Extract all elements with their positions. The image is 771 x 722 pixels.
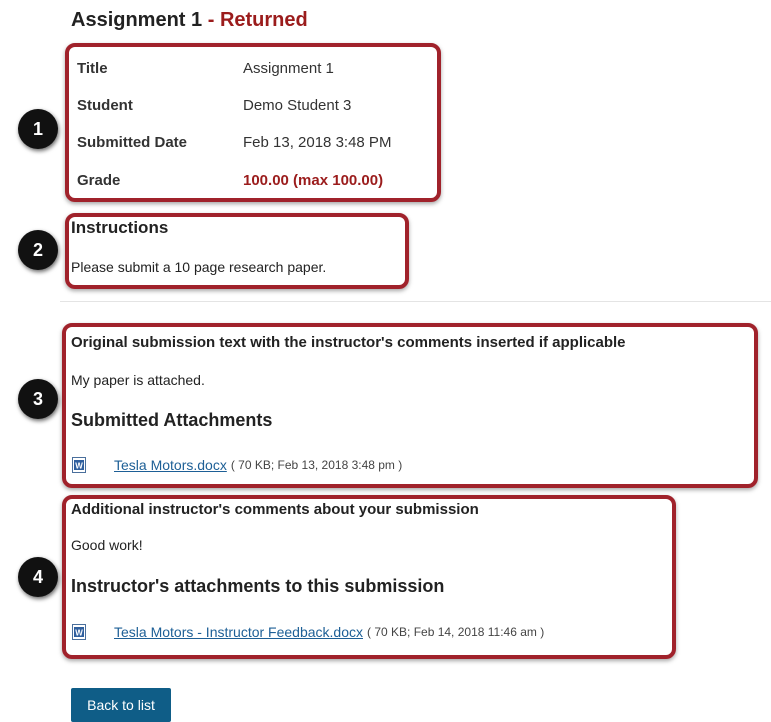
submitted-attachments-heading: Submitted Attachments bbox=[71, 410, 273, 430]
step-marker-2: 2 bbox=[18, 230, 58, 270]
feedback-heading: Additional instructor's comments about y… bbox=[71, 501, 479, 518]
submitted-attachment-link[interactable]: Tesla Motors.docx bbox=[114, 457, 227, 473]
status-returned: Returned bbox=[219, 9, 308, 31]
step-marker-1: 1 bbox=[18, 109, 58, 149]
instructor-attachment-link[interactable]: Tesla Motors - Instructor Feedback.docx bbox=[114, 624, 363, 640]
svg-text:W: W bbox=[75, 629, 83, 638]
feedback-text: Good work! bbox=[71, 537, 143, 553]
instructor-attachment-meta: ( 70 KB; Feb 14, 2018 11:46 am ) bbox=[367, 625, 545, 639]
info-label: Submitted Date bbox=[77, 134, 188, 151]
submitted-attachment-meta: ( 70 KB; Feb 13, 2018 3:48 pm ) bbox=[230, 458, 403, 472]
instructor-attachments-heading: Instructor's attachments to this submiss… bbox=[71, 576, 445, 596]
info-label: Grade bbox=[77, 172, 121, 189]
submission-text: My paper is attached. bbox=[71, 372, 205, 388]
step-marker-3: 3 bbox=[18, 379, 58, 419]
instructions-text: Please submit a 10 page research paper. bbox=[71, 259, 327, 275]
info-value: Feb 13, 2018 3:48 PM bbox=[243, 134, 392, 151]
grade-value: 100.00 (max 100.00) bbox=[243, 172, 384, 189]
instructor-attachment-row: W Tesla Motors - Instructor Feedback.doc… bbox=[72, 624, 544, 640]
submitted-attachment-row: W Tesla Motors.docx ( 70 KB; Feb 13, 201… bbox=[72, 457, 402, 473]
assignment-title: Assignment 1 bbox=[71, 9, 203, 31]
submission-text-heading: Original submission text with the instru… bbox=[71, 334, 626, 351]
back-to-list-button[interactable]: Back to list bbox=[71, 688, 171, 722]
page-title: Assignment 1 - Returned bbox=[71, 9, 308, 32]
info-value: Assignment 1 bbox=[243, 60, 334, 77]
word-document-icon: W bbox=[72, 624, 86, 640]
section-divider bbox=[60, 301, 771, 302]
status-separator: - bbox=[202, 9, 220, 31]
svg-text:W: W bbox=[75, 462, 83, 471]
instructions-heading: Instructions bbox=[71, 218, 169, 237]
info-value: Demo Student 3 bbox=[243, 97, 352, 114]
word-document-icon: W bbox=[72, 457, 86, 473]
info-label: Student bbox=[77, 97, 133, 114]
info-label: Title bbox=[77, 60, 108, 77]
step-marker-4: 4 bbox=[18, 557, 58, 597]
